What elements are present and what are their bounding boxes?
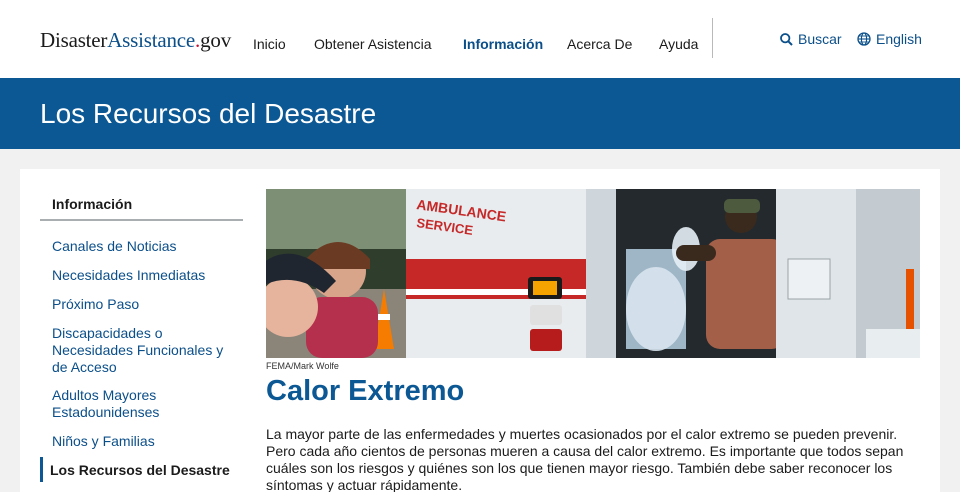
nav-obtener-asistencia[interactable]: Obtener Asistencia — [314, 36, 432, 52]
language-label: English — [876, 31, 922, 47]
search-label: Buscar — [798, 31, 842, 47]
page-banner: Los Recursos del Desastre — [0, 78, 960, 149]
sidebar-item-recursos-del-desastre[interactable]: Los Recursos del Desastre — [50, 462, 230, 479]
site-header: DisasterAssistance.gov Inicio Obtener As… — [0, 0, 960, 78]
sidebar-item-discapacidades[interactable]: Discapacidades o Necesidades Funcionales… — [52, 325, 232, 376]
globe-icon — [857, 32, 871, 46]
sidebar-item-proximo-paso[interactable]: Próximo Paso — [52, 296, 232, 313]
search-button[interactable]: Buscar — [780, 31, 842, 47]
sidebar-heading: Información — [52, 196, 133, 212]
logo-part-assistance: Assistance — [107, 28, 196, 52]
logo-part-gov: gov — [200, 28, 232, 52]
sidebar-current-marker — [40, 457, 43, 482]
sidebar-item-necesidades-inmediatas[interactable]: Necesidades Inmediatas — [52, 267, 232, 284]
sidebar-item-adultos-mayores[interactable]: Adultos Mayores Estadounidenses — [52, 387, 232, 421]
logo-part-disaster: Disaster — [40, 28, 108, 52]
sidebar-item-canales-de-noticias[interactable]: Canales de Noticias — [52, 238, 232, 255]
nav-ayuda[interactable]: Ayuda — [659, 36, 698, 52]
hero-image: AMBULANCE SERVICE — [266, 189, 920, 358]
nav-informacion[interactable]: Información — [463, 36, 543, 52]
image-caption: FEMA/Mark Wolfe — [266, 361, 339, 371]
sidebar-divider — [40, 219, 243, 221]
page-title: Calor Extremo — [266, 375, 465, 407]
site-logo[interactable]: DisasterAssistance.gov — [40, 28, 231, 53]
intro-paragraph: La mayor parte de las enfermedades y mue… — [266, 426, 904, 492]
nav-inicio[interactable]: Inicio — [253, 36, 286, 52]
language-toggle[interactable]: English — [857, 31, 922, 47]
sidebar-item-ninos-y-familias[interactable]: Niños y Familias — [52, 433, 232, 450]
banner-title: Los Recursos del Desastre — [40, 98, 377, 129]
nav-divider — [712, 18, 713, 58]
search-icon — [780, 32, 793, 46]
nav-acerca-de[interactable]: Acerca De — [567, 36, 632, 52]
hero-photo-illustration: AMBULANCE SERVICE — [266, 189, 920, 358]
